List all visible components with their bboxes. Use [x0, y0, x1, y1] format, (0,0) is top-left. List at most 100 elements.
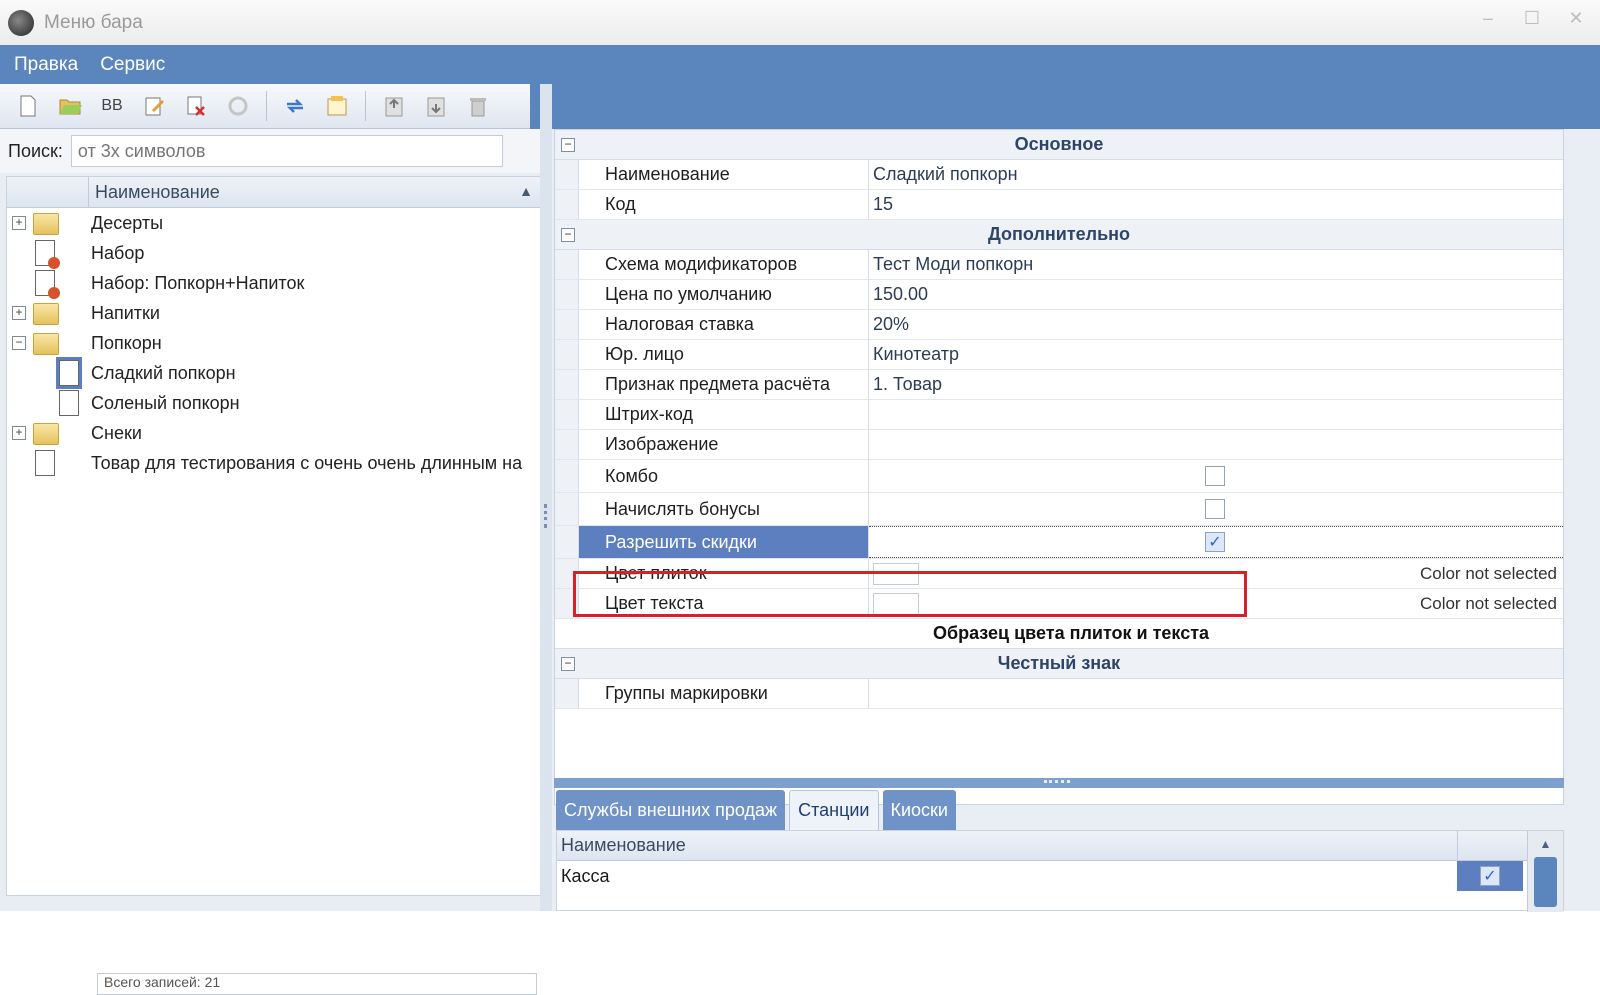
color-status: Color not selected — [1419, 563, 1557, 583]
close-icon[interactable]: ✕ — [1566, 8, 1586, 29]
maximize-icon[interactable]: ☐ — [1522, 8, 1542, 29]
prop-label: Комбо — [579, 460, 869, 492]
category-extra[interactable]: − Дополнительно — [555, 220, 1563, 250]
row-gutter — [555, 430, 579, 459]
prop-value[interactable]: 20% — [869, 310, 1563, 339]
menu-edit[interactable]: Правка — [14, 54, 78, 76]
collapse-icon[interactable]: − — [561, 138, 575, 152]
prop-value[interactable]: 150.00 — [869, 280, 1563, 309]
sync-icon[interactable] — [281, 92, 309, 120]
category-main[interactable]: − Основное — [555, 130, 1563, 160]
tree-item-test-product[interactable]: Товар для тестирования с очень очень дли… — [7, 448, 545, 478]
minimize-icon[interactable]: – — [1478, 8, 1498, 29]
right-header-band — [552, 84, 1600, 129]
grid-column-name[interactable]: Наименование — [557, 835, 686, 856]
splitter-grip-icon[interactable] — [544, 504, 547, 528]
prop-label: Налоговая ставка — [579, 310, 869, 339]
scroll-thumb[interactable] — [1534, 857, 1557, 907]
tab-external-sales[interactable]: Службы внешних продаж — [556, 790, 786, 830]
row-gutter — [555, 160, 579, 189]
prop-label: Цвет плиток — [579, 559, 869, 588]
right-panel: − Основное Наименование Сладкий попкорн … — [552, 84, 1600, 912]
edit-icon[interactable] — [140, 92, 168, 120]
prop-text-color[interactable]: Цвет текста Color not selected — [555, 589, 1563, 619]
move-down-icon[interactable] — [422, 92, 450, 120]
prop-value[interactable]: 15 — [869, 190, 1563, 219]
tree-item-snacks[interactable]: + Снеки — [7, 418, 545, 448]
search-input[interactable] — [70, 135, 503, 167]
expand-icon[interactable]: + — [12, 216, 26, 230]
prop-value[interactable]: Кинотеатр — [869, 340, 1563, 369]
move-up-icon[interactable] — [380, 92, 408, 120]
prop-marking-groups[interactable]: Группы маркировки — [555, 679, 1563, 709]
stations-grid: Наименование Касса ✓ ▲ — [556, 830, 1564, 912]
bb-icon[interactable]: BB — [98, 92, 126, 120]
row-gutter — [555, 280, 579, 309]
tree-item-drinks[interactable]: + Напитки — [7, 298, 545, 328]
tab-stations[interactable]: Станции — [789, 790, 879, 830]
tree-item-popcorn[interactable]: − Попкорн — [7, 328, 545, 358]
prop-value[interactable]: Тест Моди попкорн — [869, 250, 1563, 279]
bonuses-checkbox[interactable] — [1205, 499, 1225, 519]
tree-item-salted-popcorn[interactable]: Соленый попкорн — [7, 388, 545, 418]
station-name: Касса — [561, 865, 610, 886]
vertical-scrollbar[interactable]: ▲ — [1527, 831, 1563, 912]
prop-code[interactable]: Код 15 — [555, 190, 1563, 220]
prop-value[interactable]: Сладкий попкорн — [869, 160, 1563, 189]
prop-accrue-bonuses[interactable]: Начислять бонусы — [555, 493, 1563, 526]
prop-value[interactable] — [869, 679, 1563, 708]
window-title: Меню бара — [44, 11, 143, 33]
toolbar: BB — [0, 84, 530, 129]
prop-value[interactable] — [869, 400, 1563, 429]
new-document-icon[interactable] — [14, 92, 42, 120]
prop-calc-subject[interactable]: Признак предмета расчёта 1. Товар — [555, 370, 1563, 400]
prop-modifier-scheme[interactable]: Схема модификаторов Тест Моди попкорн — [555, 250, 1563, 280]
tab-kiosks[interactable]: Киоски — [882, 790, 956, 830]
tree-header[interactable]: Наименование ▲ — [7, 176, 545, 208]
prop-tile-color[interactable]: Цвет плиток Color not selected — [555, 559, 1563, 589]
prop-name[interactable]: Наименование Сладкий попкорн — [555, 160, 1563, 190]
tile-color-swatch[interactable] — [873, 562, 919, 585]
open-folder-icon[interactable] — [56, 92, 84, 120]
prop-tax-rate[interactable]: Налоговая ставка 20% — [555, 310, 1563, 340]
station-checkbox[interactable]: ✓ — [1480, 866, 1500, 886]
prop-default-price[interactable]: Цена по умолчанию 150.00 — [555, 280, 1563, 310]
vertical-splitter[interactable] — [540, 84, 552, 911]
prop-allow-discounts[interactable]: Разрешить скидки ✓ — [555, 526, 1563, 559]
horizontal-splitter[interactable] — [554, 778, 1564, 788]
prop-barcode[interactable]: Штрих-код — [555, 400, 1563, 430]
text-color-swatch[interactable] — [873, 592, 919, 615]
scroll-up-icon[interactable]: ▲ — [1528, 831, 1563, 857]
tree-column-name[interactable]: Наименование — [89, 182, 220, 203]
tree-item-set[interactable]: Набор — [7, 238, 545, 269]
refresh-disabled-icon[interactable] — [224, 92, 252, 120]
row-gutter — [555, 400, 579, 429]
discounts-checkbox[interactable]: ✓ — [1205, 532, 1225, 552]
category-honest-sign[interactable]: − Честный знак — [555, 649, 1563, 679]
prop-value[interactable] — [869, 430, 1563, 459]
prop-legal-entity[interactable]: Юр. лицо Кинотеатр — [555, 340, 1563, 370]
tree-item-desserts[interactable]: + Десерты — [7, 208, 545, 238]
prop-combo[interactable]: Комбо — [555, 460, 1563, 493]
delete-red-icon[interactable] — [182, 92, 210, 120]
tree-item-sweet-popcorn[interactable]: Сладкий попкорн — [7, 357, 545, 389]
tree-item-set-popcorn-drink[interactable]: Набор: Попкорн+Напиток — [7, 268, 545, 299]
toolbar-separator — [365, 91, 366, 121]
prop-image[interactable]: Изображение — [555, 430, 1563, 460]
collapse-icon[interactable]: − — [561, 657, 575, 671]
prop-label: Наименование — [579, 160, 869, 189]
collapse-icon[interactable]: − — [561, 228, 575, 242]
sort-ascending-icon[interactable]: ▲ — [519, 183, 533, 199]
combo-checkbox[interactable] — [1205, 466, 1225, 486]
tree-item-label: Десерты — [91, 212, 164, 233]
row-gutter — [555, 190, 579, 219]
expand-icon[interactable]: + — [12, 306, 26, 320]
prop-value[interactable]: 1. Товар — [869, 370, 1563, 399]
splitter-grip-icon[interactable] — [1044, 780, 1070, 783]
expand-icon[interactable]: + — [12, 426, 26, 440]
trash-icon[interactable] — [464, 92, 492, 120]
menu-service[interactable]: Сервис — [100, 54, 165, 76]
properties-icon[interactable] — [323, 92, 351, 120]
collapse-icon[interactable]: − — [12, 336, 26, 350]
table-row[interactable]: Касса ✓ — [557, 861, 1563, 891]
